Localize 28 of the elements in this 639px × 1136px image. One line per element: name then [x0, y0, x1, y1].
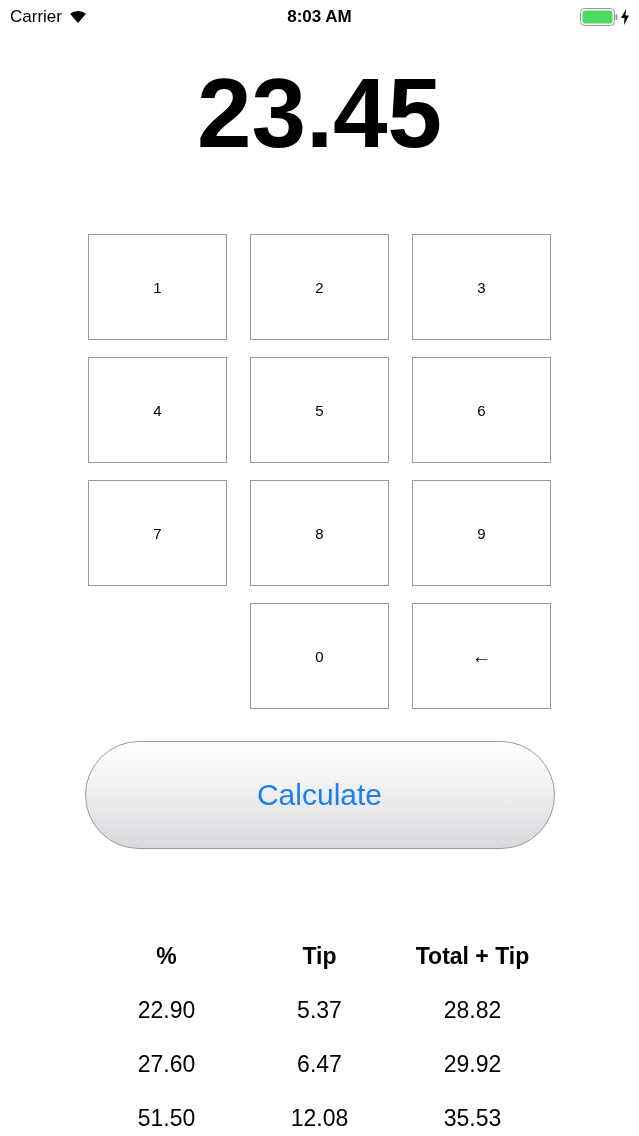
keypad-key[interactable]: 6: [412, 357, 551, 463]
table-cell: 29.92: [443, 1050, 502, 1078]
table-cell: 5.37: [297, 996, 342, 1024]
table-cell: 28.82: [443, 996, 502, 1024]
carrier-name: Carrier: [10, 6, 62, 27]
wifi-icon: [67, 9, 88, 24]
amount-display: 23.45: [195, 63, 444, 163]
keypad-key[interactable]: 5: [250, 357, 389, 463]
keypad-key[interactable]: 2: [250, 234, 389, 340]
table-cell: 27.60: [137, 1050, 196, 1078]
table-cell: 35.53: [443, 1104, 502, 1132]
keypad-key[interactable]: 9: [412, 480, 551, 586]
status-time: 8:03 AM: [287, 6, 352, 27]
table-cell: 22.90: [137, 996, 196, 1024]
column-header: %: [156, 942, 177, 970]
table-cell: 51.50: [137, 1104, 196, 1132]
table-cell: 6.47: [297, 1050, 342, 1078]
column-header: Total + Tip: [415, 942, 530, 970]
keypad-key[interactable]: 1: [88, 234, 227, 340]
keypad-key[interactable]: ←: [412, 603, 551, 709]
table-cell: 12.08: [290, 1104, 349, 1132]
keypad-key[interactable]: 0: [250, 603, 389, 709]
keypad-key[interactable]: 8: [250, 480, 389, 586]
keypad-key[interactable]: 7: [88, 480, 227, 586]
keypad-key[interactable]: 3: [412, 234, 551, 340]
column-header: Tip: [302, 942, 337, 970]
keypad-key[interactable]: 4: [88, 357, 227, 463]
battery-icon: [580, 7, 618, 26]
